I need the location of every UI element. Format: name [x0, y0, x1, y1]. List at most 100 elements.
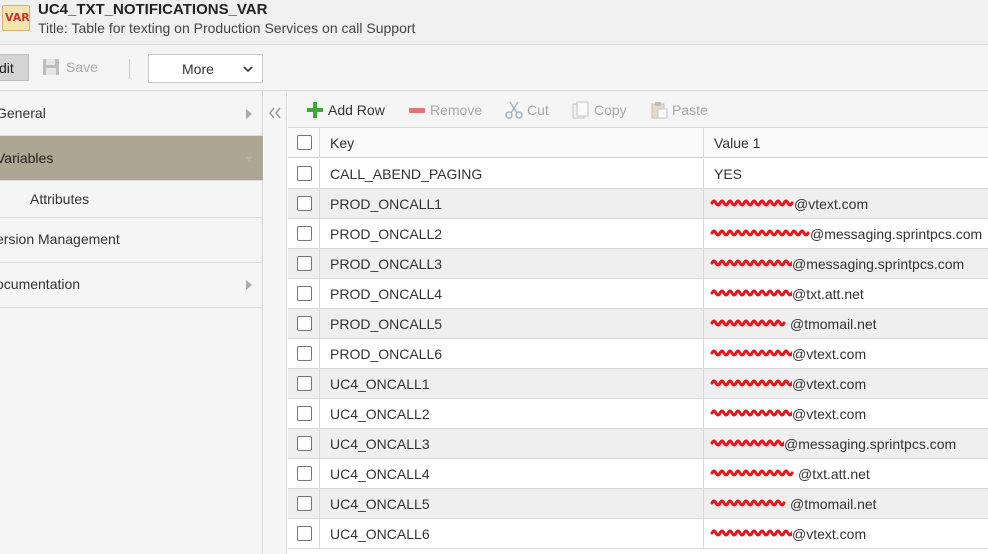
nav-item-label: Attributes: [30, 191, 90, 207]
table-row[interactable]: PROD_ONCALL4 @txt.att.net: [288, 279, 988, 309]
table-row[interactable]: UC4_ONCALL2 @vtext.com: [288, 399, 988, 429]
redaction-scribble: [710, 499, 786, 507]
row-checkbox-cell: [288, 279, 320, 309]
chevron-down-icon: [245, 156, 253, 162]
value-cell[interactable]: @vtext.com: [704, 399, 988, 429]
redaction-scribble: [710, 229, 810, 237]
key-cell[interactable]: PROD_ONCALL6: [320, 339, 704, 369]
value-cell[interactable]: YES: [704, 159, 988, 189]
key-cell[interactable]: UC4_ONCALL3: [320, 429, 704, 459]
table-row[interactable]: PROD_ONCALL1 @vtext.com: [288, 189, 988, 219]
nav-item-label: ocumentation: [0, 276, 81, 292]
row-checkbox[interactable]: [297, 436, 312, 451]
save-button[interactable]: Save: [42, 58, 98, 78]
left-navigation: General Variables Attributes ersion Mana…: [0, 91, 263, 554]
value-text: @tmomail.net: [790, 316, 877, 332]
redaction-scribble: [710, 259, 792, 267]
key-cell[interactable]: UC4_ONCALL6: [320, 519, 704, 549]
column-header-key[interactable]: Key: [320, 128, 704, 158]
row-checkbox[interactable]: [297, 196, 312, 211]
key-cell[interactable]: UC4_ONCALL2: [320, 399, 704, 429]
key-cell[interactable]: PROD_ONCALL4: [320, 279, 704, 309]
redaction-scribble: [710, 379, 792, 387]
nav-item-general[interactable]: General: [0, 91, 263, 136]
table-header-row: Key Value 1: [288, 128, 988, 158]
table-row[interactable]: UC4_ONCALL1 @vtext.com: [288, 369, 988, 399]
key-cell[interactable]: UC4_ONCALL1: [320, 369, 704, 399]
row-checkbox[interactable]: [297, 346, 312, 361]
table-row[interactable]: CALL_ABEND_PAGING YES: [288, 159, 988, 189]
value-text: @messaging.sprintpcs.com: [792, 256, 965, 272]
cut-button[interactable]: Cut: [505, 101, 549, 119]
key-cell[interactable]: CALL_ABEND_PAGING: [320, 159, 704, 189]
value-cell[interactable]: @tmomail.net: [704, 489, 988, 519]
row-checkbox[interactable]: [297, 526, 312, 541]
key-cell[interactable]: PROD_ONCALL3: [320, 249, 704, 279]
add-row-button[interactable]: Add Row: [306, 101, 385, 119]
nav-item-variables[interactable]: Variables: [0, 136, 263, 181]
save-label: Save: [66, 59, 98, 75]
row-checkbox[interactable]: [297, 406, 312, 421]
remove-button[interactable]: Remove: [408, 101, 482, 119]
more-dropdown-button[interactable]: More: [148, 54, 263, 83]
value-cell[interactable]: @vtext.com: [704, 369, 988, 399]
paste-label: Paste: [672, 102, 708, 118]
row-checkbox-cell: [288, 339, 320, 369]
paste-button[interactable]: Paste: [650, 101, 708, 119]
value-cell[interactable]: @vtext.com: [704, 189, 988, 219]
table-row[interactable]: PROD_ONCALL5 @tmomail.net: [288, 309, 988, 339]
value-cell[interactable]: @vtext.com: [704, 519, 988, 549]
value-cell[interactable]: @messaging.sprintpcs.com: [704, 429, 988, 459]
save-disk-icon: [43, 59, 59, 75]
value-cell[interactable]: @messaging.sprintpcs.com: [704, 249, 988, 279]
edit-button[interactable]: dit: [0, 54, 29, 81]
table-row[interactable]: PROD_ONCALL3 @messaging.sprintpcs.com: [288, 249, 988, 279]
nav-item-attributes[interactable]: Attributes: [0, 181, 263, 218]
collapse-panel-strip[interactable]: [264, 91, 287, 554]
row-checkbox-cell: [288, 249, 320, 279]
copy-button[interactable]: Copy: [572, 101, 627, 119]
copy-icon: [572, 101, 589, 119]
key-cell[interactable]: PROD_ONCALL5: [320, 309, 704, 339]
redaction-scribble: [710, 469, 794, 477]
key-cell[interactable]: UC4_ONCALL4: [320, 459, 704, 489]
value-text: @vtext.com: [792, 346, 867, 362]
double-chevron-left-icon[interactable]: [268, 107, 282, 119]
row-checkbox[interactable]: [297, 466, 312, 481]
table-row[interactable]: PROD_ONCALL6 @vtext.com: [288, 339, 988, 369]
row-checkbox-cell: [288, 369, 320, 399]
row-checkbox[interactable]: [297, 376, 312, 391]
row-checkbox-cell: [288, 489, 320, 519]
table-row[interactable]: UC4_ONCALL6 @vtext.com: [288, 519, 988, 549]
key-cell[interactable]: UC4_ONCALL5: [320, 489, 704, 519]
redaction-scribble: [710, 199, 794, 207]
table-row[interactable]: UC4_ONCALL3 @messaging.sprintpcs.com: [288, 429, 988, 459]
row-checkbox[interactable]: [297, 256, 312, 271]
main-toolbar: dit Save More: [0, 45, 988, 91]
table-row[interactable]: UC4_ONCALL4 @txt.att.net: [288, 459, 988, 489]
nav-item-documentation[interactable]: ocumentation: [0, 263, 263, 308]
value-text: @txt.att.net: [792, 286, 864, 302]
table-row[interactable]: UC4_ONCALL5 @tmomail.net: [288, 489, 988, 519]
column-header-value-1[interactable]: Value 1: [704, 128, 988, 158]
key-cell[interactable]: PROD_ONCALL2: [320, 219, 704, 249]
add-row-label: Add Row: [328, 102, 385, 118]
redaction-scribble: [710, 349, 792, 357]
key-cell[interactable]: PROD_ONCALL1: [320, 189, 704, 219]
table-row[interactable]: PROD_ONCALL2 @messaging.sprintpcs.com: [288, 219, 988, 249]
value-text: @tmomail.net: [790, 496, 877, 512]
value-cell[interactable]: @txt.att.net: [704, 459, 988, 489]
row-checkbox[interactable]: [297, 286, 312, 301]
value-cell[interactable]: @txt.att.net: [704, 279, 988, 309]
row-checkbox[interactable]: [297, 166, 312, 181]
row-checkbox[interactable]: [297, 496, 312, 511]
value-cell[interactable]: @messaging.sprintpcs.com: [704, 219, 988, 249]
more-label: More: [182, 61, 214, 77]
nav-item-version-management[interactable]: ersion Management: [0, 218, 263, 263]
value-cell[interactable]: @tmomail.net: [704, 309, 988, 339]
select-all-checkbox[interactable]: [297, 135, 312, 150]
row-checkbox[interactable]: [297, 316, 312, 331]
row-checkbox[interactable]: [297, 226, 312, 241]
row-checkbox-cell: [288, 309, 320, 339]
value-cell[interactable]: @vtext.com: [704, 339, 988, 369]
